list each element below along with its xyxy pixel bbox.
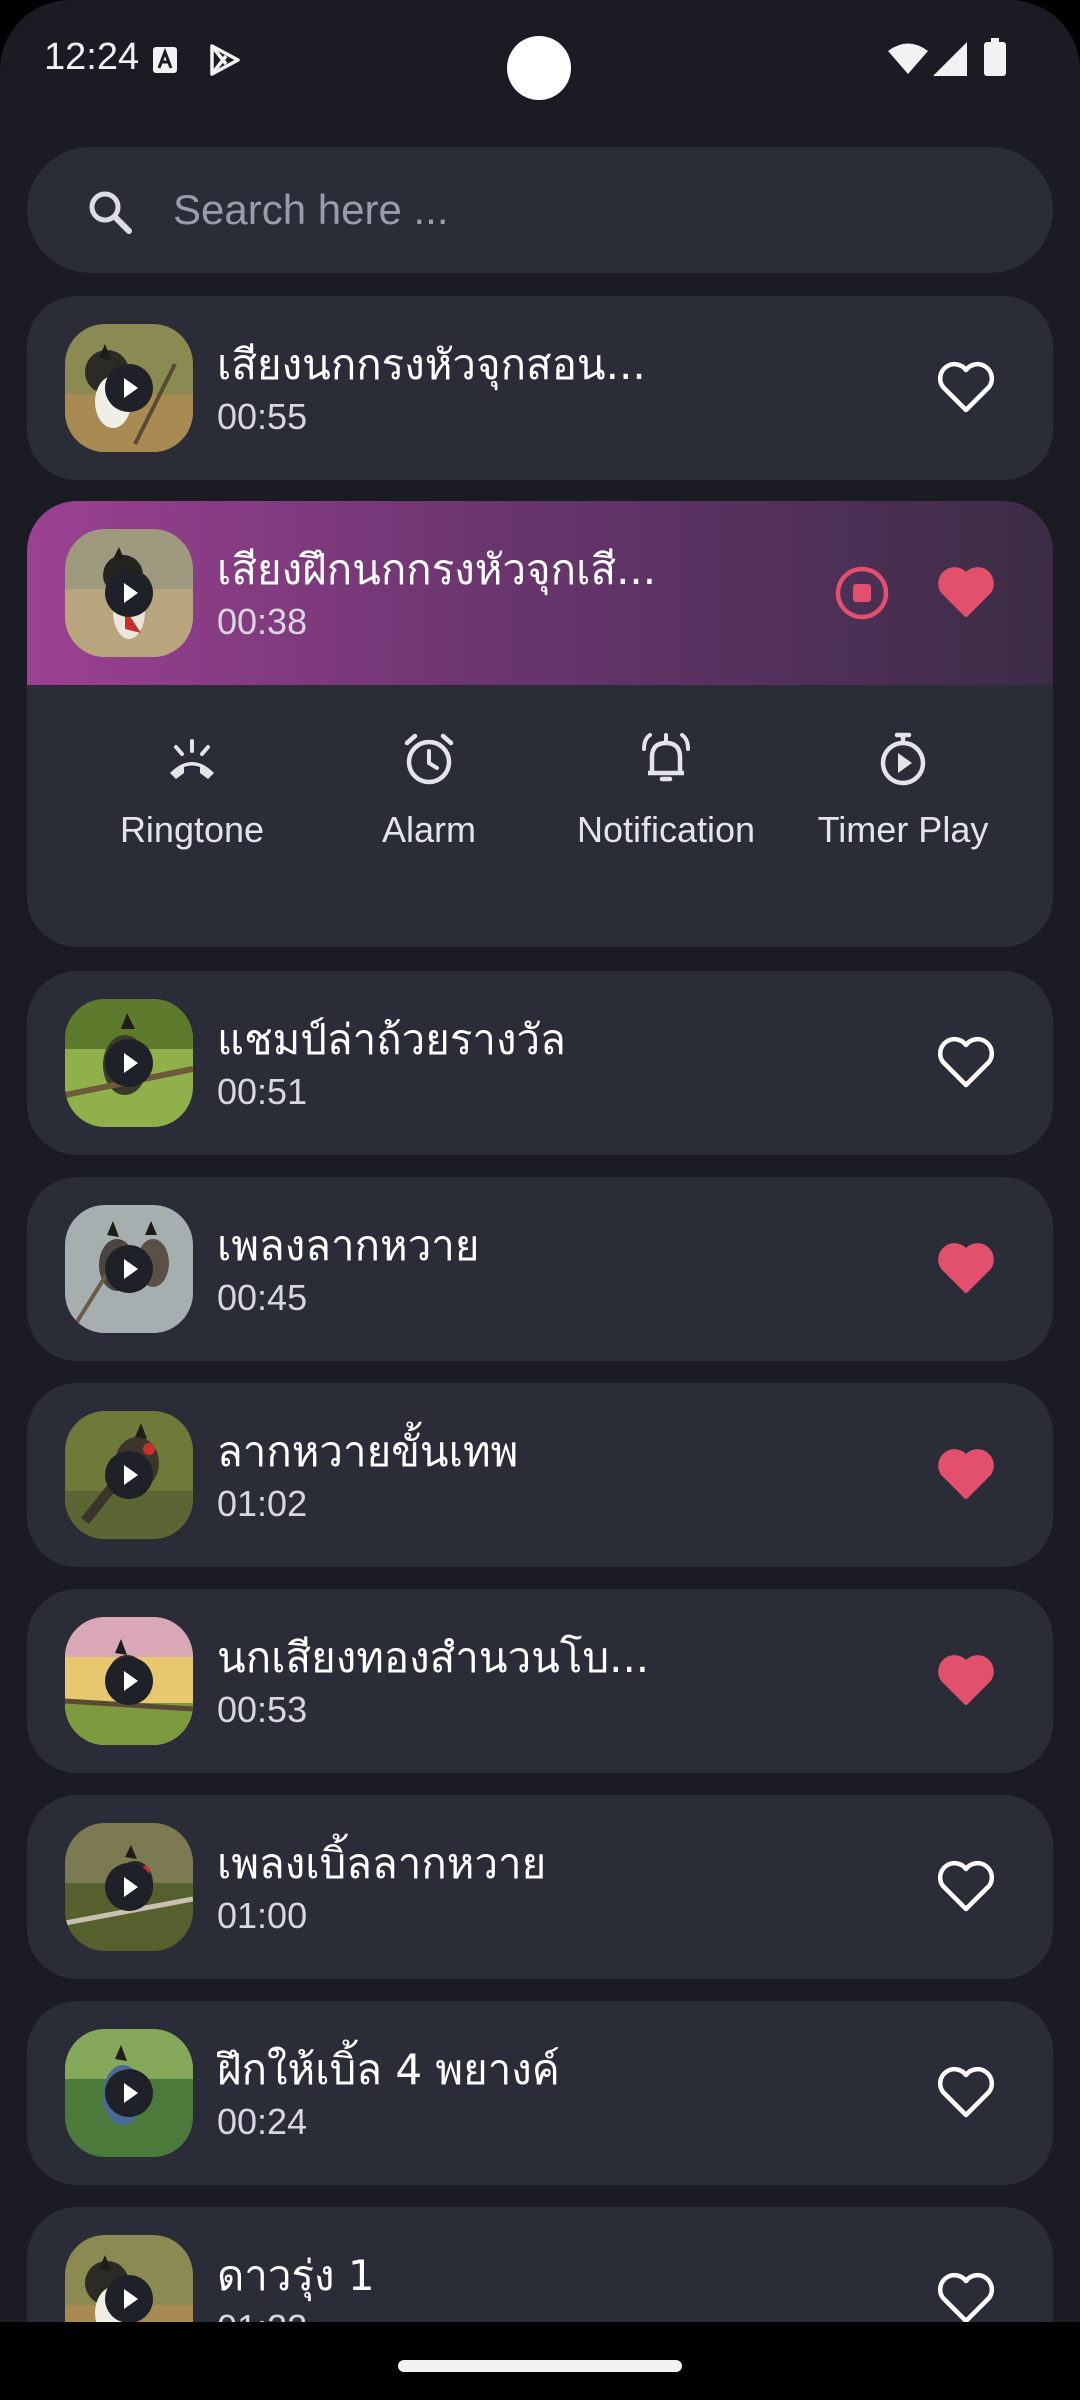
sound-item[interactable]: นกเสียงทองสำนวนโบ... 00:53 [27,1589,1053,1773]
timer-play-label: Timer Play [817,809,989,850]
heart-filled-icon[interactable] [936,1239,996,1295]
play-button[interactable] [105,1863,153,1911]
alarm-action[interactable]: Alarm [309,729,549,879]
gesture-handle[interactable] [398,2360,682,2372]
sound-title: เสียงฝึกนกกรงหัวจุกเสี... [217,545,657,594]
sound-title: ลากหวายขั้นเทพ [217,1427,519,1476]
sound-duration: 00:24 [217,2101,308,2142]
heart-filled-icon[interactable] [936,1651,996,1707]
sound-title: เพลงลากหวาย [217,1221,480,1270]
play-button[interactable] [105,2275,153,2323]
sound-thumbnail [65,2029,193,2157]
sound-thumbnail [65,1411,193,1539]
ringtone-label: Ringtone [119,809,265,850]
sound-title: เพลงเบิ้ลลากหวาย [217,1839,547,1888]
sound-duration: 00:53 [217,1689,308,1730]
sound-duration: 00:38 [217,601,308,642]
app-screen: 12:24 Search here ... เสียงนกกรงหัวจุกสอ… [0,0,1080,2400]
play-button[interactable] [105,1451,153,1499]
sound-title: ดาวรุ่ง 1 [217,2251,375,2300]
status-bar: 12:24 [0,0,1080,120]
stop-icon[interactable] [834,565,890,621]
ringtone-action[interactable]: Ringtone [72,729,312,879]
timer-play-action[interactable]: Timer Play [783,729,1023,879]
now-playing-header[interactable]: เสียงฝึกนกกรงหัวจุกเสี... 00:38 [27,501,1053,685]
signal-icon [933,42,967,76]
heart-outline-icon[interactable] [936,1857,996,1913]
sound-thumbnail [65,529,193,657]
battery-icon [984,38,1006,76]
camera-cutout [507,36,571,100]
sound-title: ฝึกให้เบิ้ล 4 พยางค์ [217,2045,560,2094]
search-icon [89,191,132,234]
search-bar[interactable] [27,147,1053,273]
sound-item[interactable]: แชมป์ล่าถ้วยรางวัล 00:51 [27,971,1053,1155]
wifi-icon [888,43,928,74]
keyboard-a-icon [153,47,177,73]
notification-label: Notification [576,809,756,850]
heart-outline-icon[interactable] [936,2063,996,2119]
sound-duration: 00:55 [217,396,308,437]
status-time: 12:24 [44,36,140,78]
heart-outline-icon[interactable] [936,2269,996,2325]
heart-filled-icon[interactable] [936,563,996,619]
sound-title: เสียงนกกรงหัวจุกสอน... [217,340,646,389]
sound-thumbnail [65,1823,193,1951]
sound-item[interactable]: เสียงนกกรงหัวจุกสอน... 00:55 [27,296,1053,480]
search-input[interactable] [173,173,1013,247]
play-store-icon [210,44,240,76]
bell-ring-icon [642,733,690,782]
sound-thumbnail [65,1617,193,1745]
play-button[interactable] [105,1039,153,1087]
play-button[interactable] [105,1657,153,1705]
notification-action[interactable]: Notification [546,729,786,879]
heart-outline-icon[interactable] [936,358,996,414]
alarm-label: Alarm [381,809,476,850]
sound-item[interactable]: เพลงลากหวาย 00:45 [27,1177,1053,1361]
heart-filled-icon[interactable] [936,1445,996,1501]
sound-duration: 01:00 [217,1895,308,1936]
sound-title: แชมป์ล่าถ้วยรางวัล [217,1015,566,1064]
heart-outline-icon[interactable] [936,1033,996,1089]
play-button[interactable] [105,569,153,617]
sound-thumbnail [65,1205,193,1333]
sound-item[interactable]: ลากหวายขั้นเทพ 01:02 [27,1383,1053,1567]
play-button[interactable] [105,1245,153,1293]
sound-thumbnail [65,324,193,452]
sound-duration: 01:02 [217,1483,308,1524]
sound-duration: 00:51 [217,1071,308,1112]
ringtone-icon [170,739,214,779]
sound-title: นกเสียงทองสำนวนโบ... [217,1633,650,1682]
play-button[interactable] [105,2069,153,2117]
sound-duration: 00:45 [217,1277,308,1318]
timer-play-icon [880,732,926,786]
sound-item[interactable]: ฝึกให้เบิ้ล 4 พยางค์ 00:24 [27,2001,1053,2185]
play-button[interactable] [105,364,153,412]
sound-item-expanded[interactable]: เสียงฝึกนกกรงหัวจุกเสี... 00:38 Ringtone… [27,501,1053,947]
alarm-clock-icon [404,733,454,785]
sound-thumbnail [65,999,193,1127]
sound-item[interactable]: เพลงเบิ้ลลากหวาย 01:00 [27,1795,1053,1979]
